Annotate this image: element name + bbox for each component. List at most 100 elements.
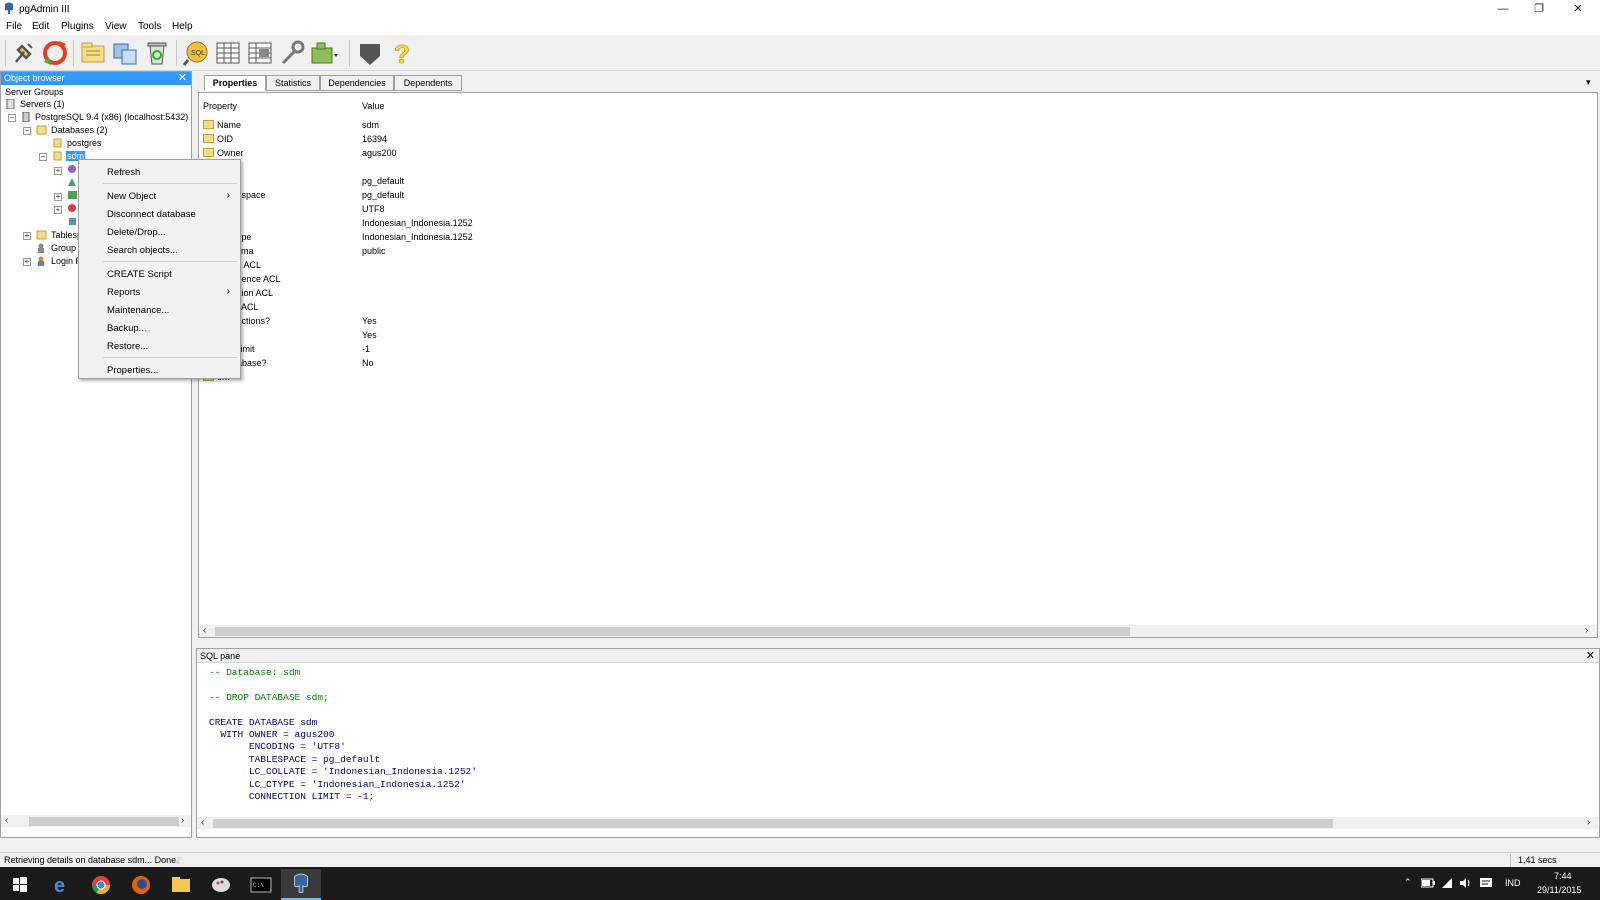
paint-icon[interactable] bbox=[201, 869, 241, 900]
menu-item-restore[interactable]: Restore... bbox=[107, 341, 148, 352]
network-icon[interactable] bbox=[1441, 877, 1453, 889]
menu-tools[interactable]: Tools bbox=[138, 21, 161, 32]
restore-button[interactable]: ❐ bbox=[1521, 1, 1557, 17]
menu-item-reports[interactable]: Reports bbox=[107, 287, 140, 298]
create-icon[interactable] bbox=[110, 38, 140, 68]
help-icon[interactable]: ? bbox=[387, 38, 417, 68]
menu-edit[interactable]: Edit bbox=[32, 21, 49, 32]
property-value[interactable]: UTF8 bbox=[362, 202, 385, 216]
view-filtered-data-icon[interactable] bbox=[245, 38, 275, 68]
tab-statistics[interactable]: Statistics bbox=[266, 75, 320, 91]
property-value[interactable]: agus200 bbox=[362, 146, 397, 160]
property-value[interactable]: public bbox=[362, 244, 386, 258]
expand-icon[interactable]: + bbox=[54, 206, 62, 214]
close-icon[interactable]: ✕ bbox=[1586, 649, 1595, 663]
tabs-dropdown-icon[interactable]: ▾ bbox=[1586, 77, 1591, 88]
property-value[interactable]: Yes bbox=[362, 314, 377, 328]
sql-hscrollbar[interactable]: ‹ › bbox=[197, 817, 1599, 829]
tree-servers[interactable]: Servers (1) bbox=[20, 98, 65, 110]
menu-file[interactable]: File bbox=[6, 21, 22, 32]
clock-time[interactable]: 7:44 bbox=[1554, 871, 1572, 881]
collapse-icon[interactable]: − bbox=[23, 127, 31, 135]
windows-start-icon[interactable] bbox=[0, 869, 40, 900]
scroll-right-icon[interactable]: › bbox=[1585, 625, 1588, 637]
menu-view[interactable]: View bbox=[105, 21, 127, 32]
file-explorer-icon[interactable] bbox=[161, 869, 201, 900]
property-value[interactable]: sdm bbox=[362, 118, 379, 132]
tree-group-roles[interactable]: Group bbox=[51, 242, 76, 254]
menu-item-delete-drop[interactable]: Delete/Drop... bbox=[107, 227, 166, 238]
menu-item-refresh[interactable]: Refresh bbox=[107, 167, 140, 178]
column-header-value[interactable]: Value bbox=[362, 101, 384, 111]
property-value[interactable]: pg_default bbox=[362, 174, 404, 188]
property-value[interactable]: pg_default bbox=[362, 188, 404, 202]
language-indicator[interactable]: IND bbox=[1505, 878, 1521, 888]
menu-item-properties[interactable]: Properties... bbox=[107, 365, 158, 376]
scroll-left-icon[interactable]: ‹ bbox=[203, 625, 206, 637]
cmd-icon[interactable]: C:\ bbox=[241, 869, 281, 900]
view-data-icon[interactable] bbox=[213, 38, 243, 68]
properties-hscrollbar[interactable]: ‹ › bbox=[199, 625, 1597, 637]
expand-icon[interactable]: + bbox=[54, 167, 62, 175]
connect-icon[interactable] bbox=[8, 38, 38, 68]
menu-item-maintenance[interactable]: Maintenance... bbox=[107, 305, 169, 316]
maintenance-icon[interactable] bbox=[277, 38, 307, 68]
menu-item-search-objects[interactable]: Search objects... bbox=[107, 245, 178, 256]
menu-item-backup[interactable]: Backup... bbox=[107, 323, 147, 334]
scroll-thumb[interactable] bbox=[215, 627, 1130, 636]
tab-properties[interactable]: Properties bbox=[204, 75, 266, 91]
property-value[interactable]: Indonesian_Indonesia.1252 bbox=[362, 230, 473, 244]
column-header-property[interactable]: Property bbox=[203, 101, 237, 111]
property-value[interactable]: Indonesian_Indonesia.1252 bbox=[362, 216, 473, 230]
property-value[interactable]: 16394 bbox=[362, 132, 387, 146]
property-name[interactable]: Name bbox=[217, 118, 241, 132]
collapse-icon[interactable]: − bbox=[39, 153, 47, 161]
pgadmin-icon[interactable] bbox=[281, 869, 321, 900]
battery-icon[interactable] bbox=[1421, 878, 1435, 888]
minimize-button[interactable]: — bbox=[1485, 1, 1521, 17]
clock-date[interactable]: 29/11/2015 bbox=[1537, 885, 1581, 895]
drop-icon[interactable] bbox=[142, 38, 172, 68]
sql-query-icon[interactable]: SQL bbox=[181, 38, 211, 68]
tab-dependencies[interactable]: Dependencies bbox=[320, 75, 394, 91]
close-icon[interactable]: ✕ bbox=[178, 72, 187, 85]
hint-icon[interactable] bbox=[355, 38, 385, 68]
menu-plugins[interactable]: Plugins bbox=[61, 21, 94, 32]
refresh-icon[interactable] bbox=[40, 38, 70, 68]
menu-help[interactable]: Help bbox=[172, 21, 193, 32]
volume-icon[interactable] bbox=[1459, 877, 1473, 889]
chrome-icon[interactable] bbox=[81, 869, 121, 900]
expand-icon[interactable]: + bbox=[23, 232, 31, 240]
property-name[interactable]: OID bbox=[217, 132, 233, 146]
tab-dependents[interactable]: Dependents bbox=[394, 75, 462, 91]
scroll-thumb[interactable] bbox=[213, 819, 1333, 828]
property-name[interactable]: Owner bbox=[217, 146, 244, 160]
action-center-icon[interactable] bbox=[1479, 877, 1493, 889]
tree-server[interactable]: PostgreSQL 9.4 (x86) (localhost:5432) bbox=[35, 111, 188, 123]
tree-db-postgres[interactable]: postgres bbox=[67, 137, 102, 149]
tree-databases[interactable]: Databases (2) bbox=[51, 124, 108, 136]
tray-overflow-icon[interactable]: ⌃ bbox=[1404, 877, 1412, 888]
expand-icon[interactable]: + bbox=[23, 258, 31, 266]
properties-icon[interactable] bbox=[78, 38, 108, 68]
firefox-icon[interactable] bbox=[121, 869, 161, 900]
property-value[interactable]: -1 bbox=[362, 342, 370, 356]
menu-item-create-script[interactable]: CREATE Script bbox=[107, 269, 172, 280]
expand-icon[interactable]: + bbox=[54, 193, 62, 201]
edge-icon[interactable]: e bbox=[41, 869, 81, 900]
sql-line: CREATE DATABASE sdm bbox=[209, 716, 318, 728]
property-value[interactable]: Yes bbox=[362, 328, 377, 342]
property-value[interactable]: No bbox=[362, 356, 374, 370]
menu-item-disconnect-database[interactable]: Disconnect database bbox=[107, 209, 196, 220]
menu-item-new-object[interactable]: New Object bbox=[107, 191, 156, 202]
plugins-icon[interactable] bbox=[309, 38, 339, 68]
scroll-left-icon[interactable]: ‹ bbox=[201, 817, 204, 829]
scroll-right-icon[interactable]: › bbox=[181, 815, 184, 827]
scroll-right-icon[interactable]: › bbox=[1587, 817, 1590, 829]
collapse-icon[interactable]: − bbox=[8, 114, 16, 122]
scroll-thumb[interactable] bbox=[29, 817, 179, 826]
object-browser-hscrollbar[interactable]: ‹ › bbox=[1, 815, 191, 827]
tree-server-groups[interactable]: Server Groups bbox=[5, 86, 64, 98]
scroll-left-icon[interactable]: ‹ bbox=[5, 815, 8, 827]
close-window-button[interactable]: ✕ bbox=[1560, 1, 1596, 17]
